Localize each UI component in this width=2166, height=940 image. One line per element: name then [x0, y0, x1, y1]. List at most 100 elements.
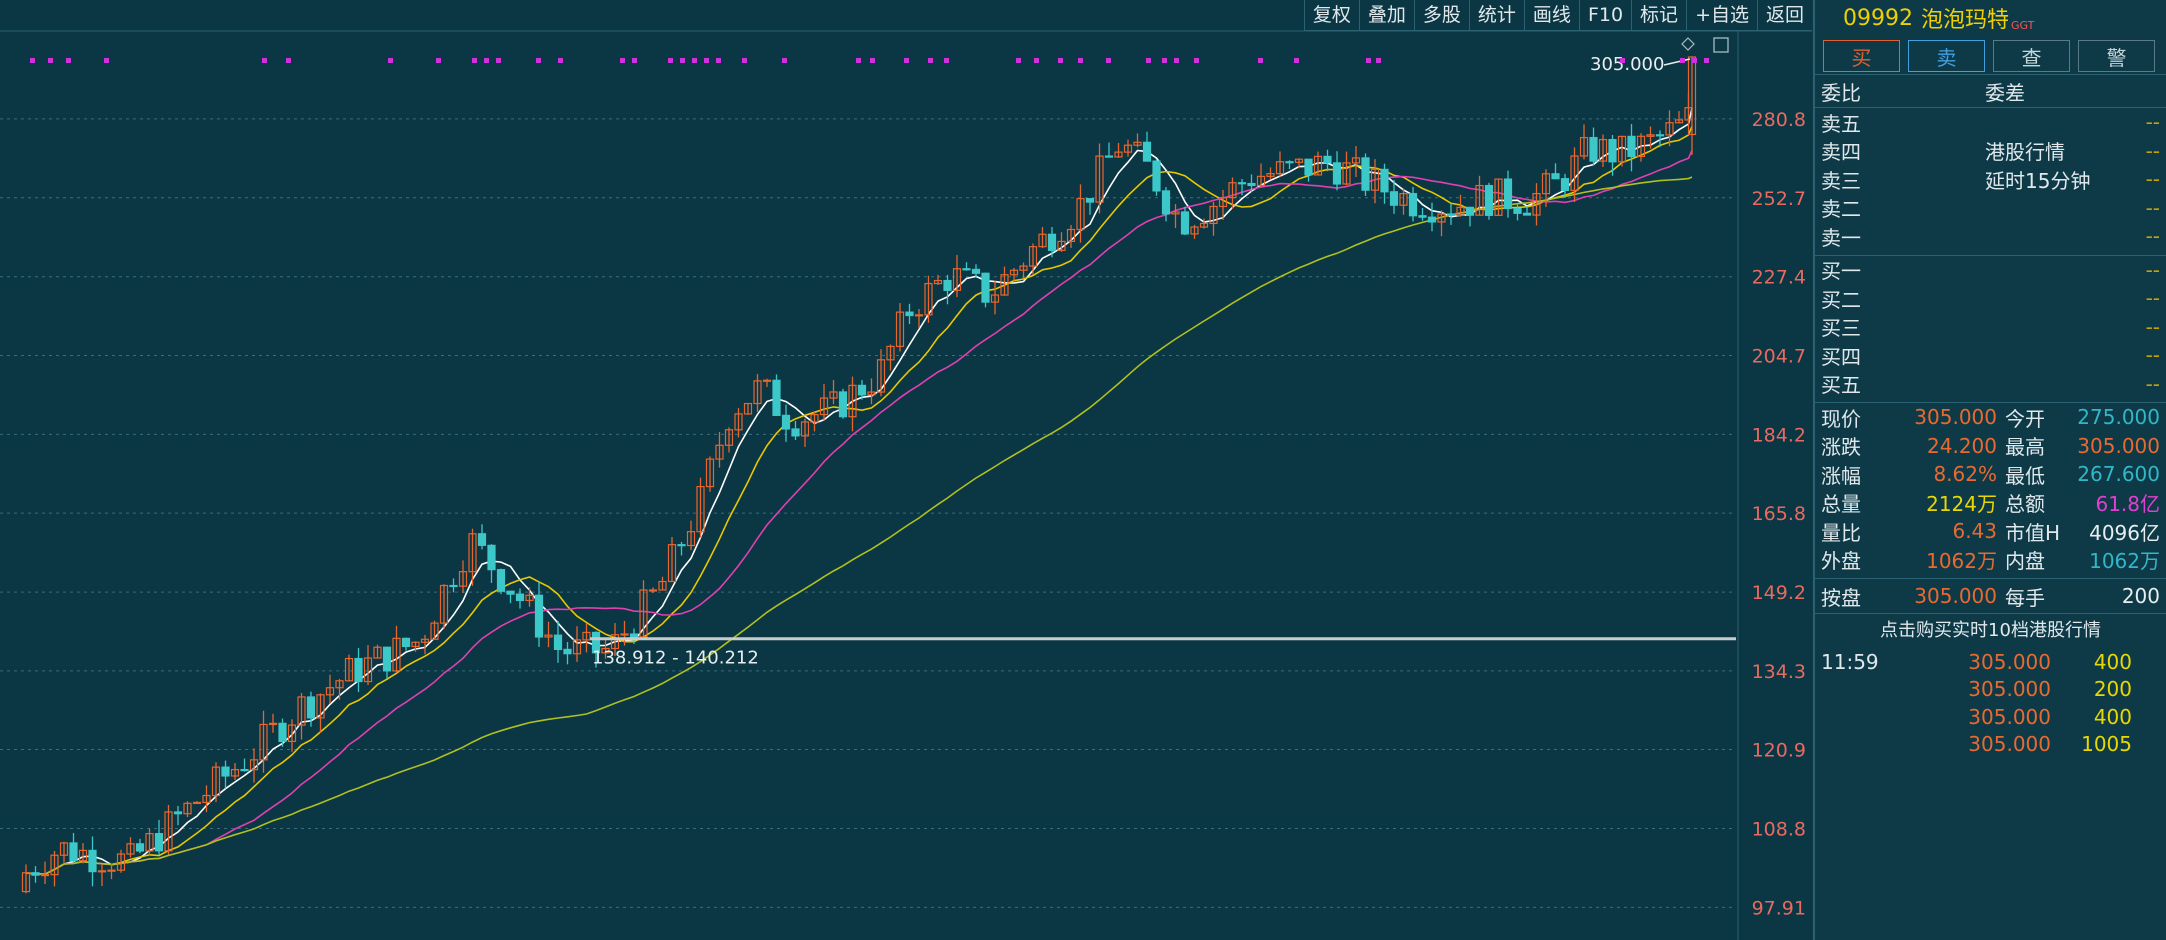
y-tick-label: 108.8: [1752, 818, 1806, 840]
sell-level-row: 卖三 延时15分钟 --: [1815, 165, 2166, 194]
signal-dot: [1194, 58, 1199, 63]
candle-body: [1142, 141, 1152, 162]
y-tick-label: 149.2: [1752, 582, 1806, 604]
quote-value: 267.600: [2077, 462, 2160, 487]
signal-dot: [904, 58, 909, 63]
signal-dot: [692, 58, 697, 63]
candle-body: [1104, 155, 1114, 158]
toolbar-back-button[interactable]: 返回: [1756, 0, 1812, 30]
candle-body: [401, 637, 411, 648]
sell-button[interactable]: 卖: [1908, 40, 1985, 72]
signal-dot: [48, 58, 53, 63]
candle-body: [1522, 212, 1532, 216]
quote-value: 2124万: [1926, 492, 1997, 517]
buy-level-row: 买一 --: [1815, 256, 2166, 285]
tick-price: 305.000: [1968, 677, 2051, 702]
buy-button[interactable]: 买: [1823, 40, 1900, 72]
buy-level-label: 买二: [1821, 287, 1861, 312]
sell-level-label: 卖二: [1821, 197, 1861, 222]
quote-key: 内盘: [2005, 549, 2045, 574]
signal-dot: [1058, 58, 1063, 63]
toolbar-f10-button[interactable]: F10: [1578, 0, 1631, 30]
toolbar-stats-button[interactable]: 统计: [1468, 0, 1524, 30]
candle-body: [1247, 182, 1256, 187]
candle-body: [838, 391, 848, 418]
sell-levels: 卖五 -- 卖四 港股行情 -- 卖三 延时15分钟 -- 卖二 -- 卖一 --: [1815, 108, 2166, 251]
quote-key: 量比: [1821, 520, 1861, 545]
candle-body: [781, 414, 791, 430]
candle-body: [962, 268, 971, 271]
y-tick-label: 165.8: [1752, 503, 1806, 525]
tick-list: 11:59 305.000 400 305.000 200 305.000 400 30…: [1815, 648, 2166, 758]
toolbar-mark-button[interactable]: 标记: [1631, 0, 1686, 30]
quote-table: 现价 305.000 今开 275.000 涨跌 24.200 最高 305.000 涨幅 8…: [1815, 403, 2166, 574]
candle-body: [1361, 157, 1370, 191]
buy-level-value: --: [2145, 314, 2160, 339]
signal-dot: [1294, 58, 1299, 63]
signal-dot: [1162, 58, 1167, 63]
candle-body: [97, 870, 107, 873]
quote-key: 外盘: [1821, 549, 1861, 574]
signal-dot: [436, 58, 441, 63]
quote-row: 涨跌 24.200 最高 305.000: [1815, 432, 2166, 461]
candle-body: [31, 872, 40, 876]
candle-body: [1152, 160, 1161, 192]
candle-body: [173, 811, 183, 815]
candle-body: [135, 843, 145, 852]
signal-dot: [870, 58, 875, 63]
sell-level-value: --: [2145, 138, 2160, 163]
stock-name: 泡泡玛特: [1921, 8, 2010, 33]
quote-value: 8.62%: [1933, 462, 1997, 487]
candle-body: [88, 849, 97, 873]
candle-body: [762, 379, 772, 382]
buy-realtime-link[interactable]: 点击购买实时10档港股行情: [1815, 614, 2166, 648]
sell-level-note: 延时15分钟: [1985, 168, 2091, 193]
tick-row: 305.000 200: [1815, 676, 2166, 704]
alert-button[interactable]: 警: [2078, 40, 2155, 72]
signal-dot: [1366, 58, 1371, 63]
ggt-badge: GGT: [2011, 18, 2035, 32]
signal-dot: [1016, 58, 1021, 63]
candle-body: [1513, 207, 1522, 214]
signal-dot: [856, 58, 861, 63]
signal-dot: [388, 58, 393, 63]
signal-dot: [632, 58, 637, 63]
order-ratio-label: 委比: [1821, 80, 1861, 105]
candle-body: [1427, 216, 1437, 223]
candle-body: [1237, 182, 1247, 185]
sell-level-label: 卖五: [1821, 111, 1861, 136]
signal-dot: [944, 58, 949, 63]
y-tick-label: 227.4: [1752, 267, 1806, 289]
toolbar-multi-stock-button[interactable]: 多股: [1413, 0, 1469, 30]
tick-row: 305.000 1005: [1815, 731, 2166, 759]
candle-body: [648, 589, 658, 592]
signal-dot: [1034, 58, 1039, 63]
candle-body: [981, 272, 990, 303]
signal-dot: [782, 58, 787, 63]
candle-body: [563, 648, 572, 655]
query-button[interactable]: 查: [1993, 40, 2070, 72]
toolbar-overlay-button[interactable]: 叠加: [1358, 0, 1414, 30]
stock-title: 09992 泡泡玛特 GGT: [1815, 0, 2166, 36]
sell-level-row: 卖一 --: [1815, 222, 2166, 251]
sell-level-note: 港股行情: [1985, 140, 2065, 165]
order-diff-label: 委差: [1985, 80, 2025, 105]
lot-value: 200: [2121, 584, 2160, 608]
tick-row: 11:59 305.000 400: [1815, 648, 2166, 676]
toolbar-fuquan-button[interactable]: 复权: [1303, 0, 1359, 30]
candle-body: [1180, 211, 1190, 235]
quote-key: 现价: [1821, 406, 1861, 431]
toolbar-add-watchlist-button[interactable]: +自选: [1686, 0, 1757, 30]
candle-body: [1047, 233, 1057, 251]
kline-chart[interactable]: 280.8 252.7 227.4 204.7 184.2 165.8 149.2 134.3…: [0, 0, 1812, 940]
candle-body: [1627, 135, 1636, 158]
sell-level-row: 卖四 港股行情 --: [1815, 137, 2166, 166]
kline-chart-panel[interactable]: 280.8 252.7 227.4 204.7 184.2 165.8 149.2 134.3…: [0, 0, 1812, 940]
candle-body: [487, 544, 496, 571]
toolbar-draw-line-button[interactable]: 画线: [1523, 0, 1579, 30]
y-tick-label: 184.2: [1752, 424, 1806, 446]
sell-level-value: --: [2145, 167, 2160, 192]
signal-dot: [536, 58, 541, 63]
quote-key: 最低: [2005, 463, 2045, 488]
buy-level-row: 买二 --: [1815, 284, 2166, 313]
